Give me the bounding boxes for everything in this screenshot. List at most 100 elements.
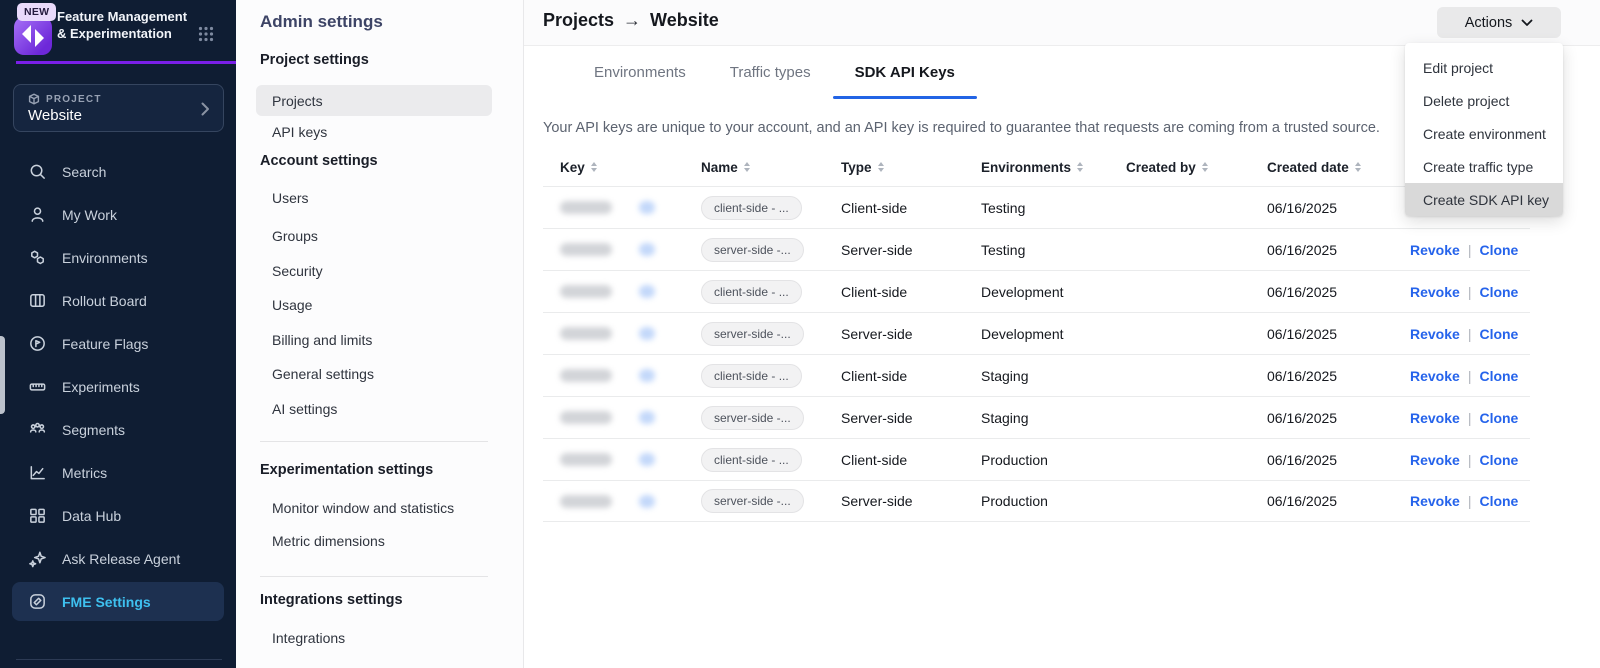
copy-icon[interactable] — [639, 369, 655, 382]
revoke-link[interactable]: Revoke — [1410, 242, 1460, 258]
clone-link[interactable]: Clone — [1479, 368, 1518, 384]
action-separator: | — [1468, 452, 1472, 468]
sidebar-item-data-hub[interactable]: Data Hub — [0, 494, 236, 537]
ruler-icon — [28, 377, 47, 396]
sort-icon[interactable] — [744, 162, 750, 172]
clone-link[interactable]: Clone — [1479, 242, 1518, 258]
copy-icon[interactable] — [639, 453, 655, 466]
hexagons-icon — [28, 248, 47, 267]
project-selector[interactable]: PROJECT Website — [13, 84, 224, 132]
sidebar-item-my-work[interactable]: My Work — [0, 193, 236, 236]
sidebar-nav: Search My Work Environments Rollout Boar… — [0, 150, 236, 623]
sparkles-icon — [28, 549, 47, 568]
clone-link[interactable]: Clone — [1479, 284, 1518, 300]
split-glyph-icon — [14, 17, 52, 55]
sidebar-item-environments[interactable]: Environments — [0, 236, 236, 279]
column-header-environments[interactable]: Environments — [981, 160, 1126, 175]
cube-icon — [28, 93, 40, 105]
sidebar-item-segments[interactable]: Segments — [0, 408, 236, 451]
copy-icon[interactable] — [639, 327, 655, 340]
admin-item-security[interactable]: Security — [272, 263, 323, 279]
admin-item-projects[interactable]: Projects — [256, 85, 492, 116]
admin-item-api-keys[interactable]: API keys — [272, 124, 327, 140]
admin-item-billing-and-limits[interactable]: Billing and limits — [272, 332, 372, 348]
sort-icon[interactable] — [1202, 162, 1208, 172]
admin-item-metric-dimensions[interactable]: Metric dimensions — [272, 533, 385, 549]
revoke-link[interactable]: Revoke — [1410, 410, 1460, 426]
section-heading-integrations-settings: Integrations settings — [260, 592, 403, 608]
column-header-type[interactable]: Type — [841, 160, 981, 175]
new-badge: NEW — [17, 3, 56, 21]
sidebar-item-label: Environments — [62, 250, 148, 266]
key-cell — [560, 411, 701, 424]
revoke-link[interactable]: Revoke — [1410, 284, 1460, 300]
flag-circle-icon — [28, 334, 47, 353]
search-icon — [28, 162, 47, 181]
sort-icon[interactable] — [591, 162, 597, 172]
sidebar-item-ask-release-agent[interactable]: Ask Release Agent — [0, 537, 236, 580]
admin-item-ai-settings[interactable]: AI settings — [272, 401, 337, 417]
copy-icon[interactable] — [639, 411, 655, 424]
admin-item-integrations[interactable]: Integrations — [272, 630, 345, 646]
key-cell — [560, 495, 701, 508]
copy-icon[interactable] — [639, 285, 655, 298]
created-date: 06/16/2025 — [1267, 326, 1410, 342]
admin-item-monitor-window[interactable]: Monitor window and statistics — [272, 500, 454, 516]
key-name-pill: client-side - ... — [701, 196, 802, 220]
menu-item-edit-project[interactable]: Edit project — [1405, 51, 1563, 84]
revoke-link[interactable]: Revoke — [1410, 493, 1460, 509]
sort-icon[interactable] — [1077, 162, 1083, 172]
key-type: Client-side — [841, 452, 981, 468]
column-header-created-by[interactable]: Created by — [1126, 160, 1267, 175]
admin-item-groups[interactable]: Groups — [272, 228, 318, 244]
revoke-link[interactable]: Revoke — [1410, 368, 1460, 384]
clone-link[interactable]: Clone — [1479, 410, 1518, 426]
sort-icon[interactable] — [1355, 162, 1361, 172]
column-header-name[interactable]: Name — [701, 160, 841, 175]
revoke-link[interactable]: Revoke — [1410, 326, 1460, 342]
sidebar-item-search[interactable]: Search — [0, 150, 236, 193]
column-header-created-date[interactable]: Created date — [1267, 160, 1410, 175]
table-row: server-side -... Server-side Testing 06/… — [543, 228, 1530, 270]
tab-environments[interactable]: Environments — [572, 46, 708, 99]
menu-item-delete-project[interactable]: Delete project — [1405, 84, 1563, 117]
apps-grid-icon[interactable] — [198, 26, 214, 47]
action-separator: | — [1468, 242, 1472, 258]
admin-item-users[interactable]: Users — [272, 190, 309, 206]
table-row: client-side - ... Client-side Production… — [543, 438, 1530, 480]
breadcrumb-section[interactable]: Projects — [543, 10, 614, 31]
redacted-key — [560, 243, 612, 256]
admin-item-general-settings[interactable]: General settings — [272, 366, 374, 382]
menu-item-create-sdk-api-key[interactable]: Create SDK API key — [1405, 183, 1563, 216]
fme-logo — [14, 17, 52, 55]
sidebar-item-metrics[interactable]: Metrics — [0, 451, 236, 494]
scrollbar-thumb[interactable] — [0, 336, 5, 414]
tab-sdk-api-keys[interactable]: SDK API Keys — [833, 46, 977, 99]
sidebar-item-rollout-board[interactable]: Rollout Board — [0, 279, 236, 322]
sidebar-item-fme-settings[interactable]: FME Settings — [12, 582, 224, 621]
key-environment: Development — [981, 284, 1126, 300]
menu-item-create-environment[interactable]: Create environment — [1405, 117, 1563, 150]
clone-link[interactable]: Clone — [1479, 452, 1518, 468]
clone-link[interactable]: Clone — [1479, 326, 1518, 342]
sidebar-item-feature-flags[interactable]: Feature Flags — [0, 322, 236, 365]
actions-button[interactable]: Actions — [1437, 7, 1561, 38]
key-cell — [560, 243, 701, 256]
redacted-key — [560, 495, 612, 508]
copy-icon[interactable] — [639, 495, 655, 508]
key-environment: Production — [981, 452, 1126, 468]
key-environment: Staging — [981, 410, 1126, 426]
sdk-api-keys-table: Key Name Type Environments Created by Cr… — [543, 148, 1530, 522]
admin-item-usage[interactable]: Usage — [272, 297, 312, 313]
key-cell — [560, 285, 701, 298]
revoke-link[interactable]: Revoke — [1410, 452, 1460, 468]
copy-icon[interactable] — [639, 201, 655, 214]
clone-link[interactable]: Clone — [1479, 493, 1518, 509]
key-type: Client-side — [841, 368, 981, 384]
tab-traffic-types[interactable]: Traffic types — [708, 46, 833, 99]
menu-item-create-traffic-type[interactable]: Create traffic type — [1405, 150, 1563, 183]
sidebar-item-experiments[interactable]: Experiments — [0, 365, 236, 408]
copy-icon[interactable] — [639, 243, 655, 256]
column-header-key[interactable]: Key — [560, 160, 701, 175]
sort-icon[interactable] — [878, 162, 884, 172]
